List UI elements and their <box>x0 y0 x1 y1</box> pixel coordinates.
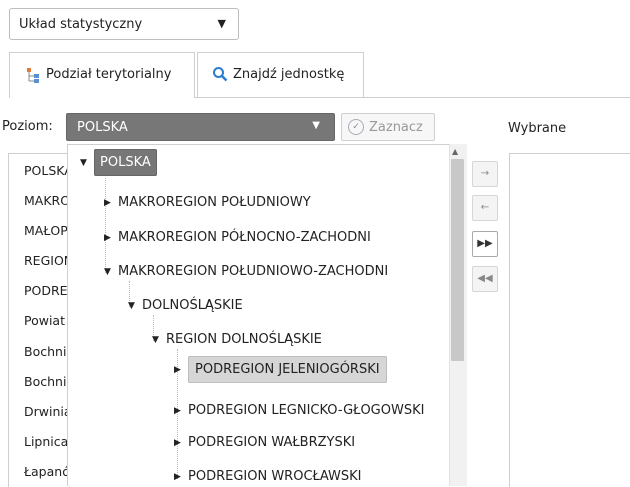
territory-tree-icon <box>26 67 40 87</box>
arrow-left-icon: ← <box>480 202 490 213</box>
list-item[interactable]: Łapanów <box>24 464 69 479</box>
level-select-value: POLSKA <box>77 120 128 135</box>
list-item[interactable]: Bochnia <box>24 374 69 389</box>
tab-divider <box>195 97 630 98</box>
list-item[interactable]: Drwinia <box>24 404 69 419</box>
collapsed-triangle-icon: ▶ <box>174 437 181 448</box>
scroll-up-icon[interactable]: ▲ <box>452 147 458 156</box>
list-item[interactable]: POLSKA <box>24 163 69 178</box>
expanded-triangle-icon: ▼ <box>104 266 111 277</box>
mark-button-label: Zaznacz <box>369 120 423 135</box>
tree-node[interactable]: ▶ MAKROREGION POŁUDNIOWY <box>104 195 311 210</box>
layout-select-value: Układ statystyczny <box>19 17 143 32</box>
tree-node[interactable]: ▼ REGION DOLNOŚLĄSKIE <box>152 332 322 347</box>
level-dropdown-tree[interactable]: ▼ POLSKA ▶ MAKROREGION POŁUDNIOWY ▶ MAKRORE… <box>67 144 466 486</box>
chevron-down-icon: ▼ <box>312 120 320 131</box>
tree-node[interactable]: ▶ PODREGION WROCŁAWSKI <box>174 469 361 484</box>
list-item[interactable]: MAKROREGION <box>24 193 69 208</box>
collapsed-triangle-icon: ▶ <box>104 232 111 243</box>
expanded-triangle-icon: ▼ <box>128 300 135 311</box>
tab-label: Znajdź jednostkę <box>233 67 345 82</box>
tree-node-highlighted[interactable]: ▶ PODREGION JELENIOGÓRSKI <box>174 356 387 383</box>
list-item[interactable]: Lipnica <box>24 434 68 449</box>
expanded-triangle-icon: ▼ <box>152 334 159 345</box>
expanded-triangle-icon: ▼ <box>80 157 87 168</box>
level-label: Poziom: <box>2 119 53 134</box>
move-right-button[interactable]: → <box>472 161 498 187</box>
tab-territorial-division[interactable]: Podział terytorialny <box>9 52 195 98</box>
search-icon <box>212 66 228 86</box>
check-circle-icon: ✓ <box>348 119 364 135</box>
collapsed-triangle-icon: ▶ <box>104 197 111 208</box>
mark-button[interactable]: ✓ Zaznacz <box>341 113 435 141</box>
tree-guide <box>105 178 106 273</box>
tree-node[interactable]: ▶ MAKROREGION PÓŁNOCNO-ZACHODNI <box>104 230 371 245</box>
chevron-down-icon: ▼ <box>217 17 226 30</box>
list-item[interactable]: MAŁOPOLSKIE <box>24 223 69 238</box>
collapsed-triangle-icon: ▶ <box>174 364 181 375</box>
tree-node[interactable]: ▼ DOLNOŚLĄSKIE <box>128 298 243 313</box>
arrow-right-icon: → <box>480 168 490 179</box>
tree-node-root[interactable]: ▼ POLSKA <box>80 149 157 176</box>
list-item[interactable]: PODREGION <box>24 283 69 298</box>
list-item[interactable]: Bochnia <box>24 344 69 359</box>
tree-node[interactable]: ▶ PODREGION LEGNICKO-GŁOGOWSKI <box>174 403 424 418</box>
level-select[interactable]: POLSKA ▼ <box>66 113 335 141</box>
tree-node[interactable]: ▶ PODREGION WAŁBRZYSKI <box>174 435 355 450</box>
list-item[interactable]: Powiat <box>24 313 65 328</box>
double-arrow-right-icon: ▶▶ <box>477 238 493 249</box>
double-arrow-left-icon: ◀◀ <box>477 273 493 284</box>
list-item[interactable]: REGION <box>24 253 69 268</box>
move-left-button[interactable]: ← <box>472 195 498 221</box>
available-list[interactable]: POLSKA MAKROREGION MAŁOPOLSKIE REGION PO… <box>8 153 70 487</box>
scrollbar-thumb[interactable] <box>451 159 464 361</box>
move-all-right-button[interactable]: ▶▶ <box>472 231 498 257</box>
tree-node[interactable]: ▼ MAKROREGION POŁUDNIOWO-ZACHODNI <box>104 264 388 279</box>
selected-list[interactable] <box>509 153 630 487</box>
layout-select[interactable]: Układ statystyczny ▼ <box>9 8 239 40</box>
tab-find-unit[interactable]: Znajdź jednostkę <box>197 52 364 98</box>
collapsed-triangle-icon: ▶ <box>174 471 181 482</box>
move-all-left-button[interactable]: ◀◀ <box>472 266 498 292</box>
collapsed-triangle-icon: ▶ <box>174 405 181 416</box>
tab-label: Podział terytorialny <box>46 67 172 82</box>
selected-header: Wybrane <box>508 121 567 136</box>
